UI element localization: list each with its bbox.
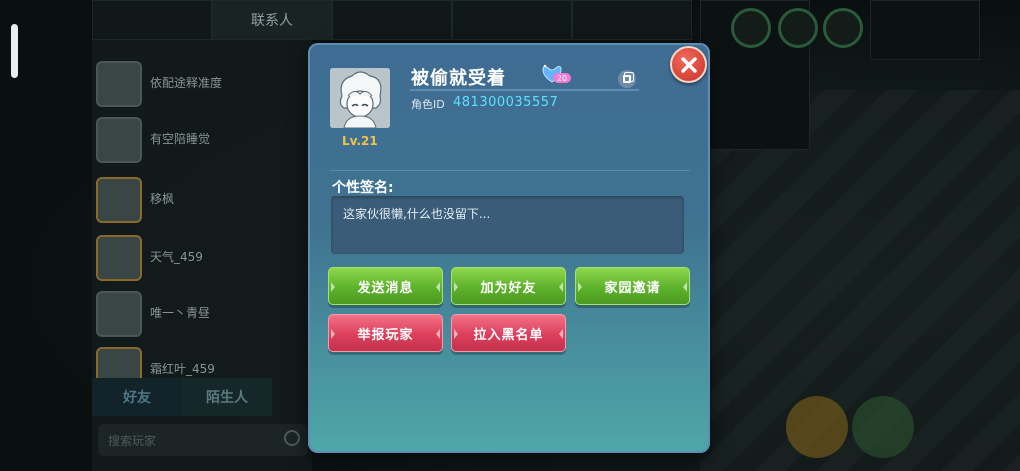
tab-contacts[interactable]: 联系人 bbox=[212, 0, 332, 40]
home-invite-button[interactable]: 家园邀请 bbox=[575, 267, 690, 305]
tab-3[interactable] bbox=[332, 0, 452, 40]
megaphone-button[interactable] bbox=[786, 396, 848, 458]
close-icon bbox=[680, 56, 697, 73]
search-input[interactable]: 搜索玩家 bbox=[98, 424, 308, 456]
contact-item[interactable]: 唯一丶青昼 bbox=[96, 286, 266, 342]
add-friend-button[interactable]: 加为好友 bbox=[451, 267, 566, 305]
side-drawer-handle[interactable] bbox=[11, 24, 18, 78]
badge-number: 20 bbox=[557, 74, 567, 83]
player-name: 被偷就受着 bbox=[411, 68, 506, 89]
contact-name: 有空陪睡觉 bbox=[150, 131, 211, 146]
contact-avatar bbox=[96, 61, 142, 107]
contact-name: 天气_459 bbox=[150, 249, 203, 264]
world-block bbox=[870, 0, 980, 60]
add-friend-label: 加为好友 bbox=[480, 280, 537, 296]
tab-1[interactable] bbox=[92, 0, 212, 40]
contact-avatar bbox=[96, 177, 142, 223]
contact-name: 唯一丶青昼 bbox=[150, 305, 211, 320]
contact-item[interactable]: 有空陪睡觉 bbox=[96, 112, 266, 168]
friends-tab-bar: 好友 陌生人 bbox=[92, 378, 312, 416]
send-message-button[interactable]: 发送消息 bbox=[328, 267, 443, 305]
tab-4[interactable] bbox=[452, 0, 572, 40]
report-player-button[interactable]: 举报玩家 bbox=[328, 314, 443, 352]
player-level: Lv.21 bbox=[342, 134, 378, 148]
signature-title: 个性签名: bbox=[332, 180, 394, 196]
hunger-ring-icon bbox=[778, 8, 818, 48]
blacklist-button[interactable]: 拉入黑名单 bbox=[451, 314, 566, 352]
contact-item[interactable]: 移枫 bbox=[96, 172, 266, 228]
heart-badge-icon[interactable]: 20 bbox=[540, 62, 574, 86]
player-id-value: 481300035557 bbox=[453, 95, 559, 110]
game-screen: 联系人 依配途释准度 有空陪睡觉 移枫 天气_459 唯一丶青昼 霜红叶_459… bbox=[0, 0, 1020, 471]
tab-friends[interactable]: 好友 bbox=[92, 378, 182, 416]
player-id-label: 角色ID bbox=[411, 98, 445, 111]
close-button[interactable] bbox=[670, 46, 707, 83]
report-player-label: 举报玩家 bbox=[357, 327, 414, 343]
copy-id-icon[interactable] bbox=[618, 70, 636, 88]
contact-item[interactable]: 天气_459 bbox=[96, 230, 266, 286]
contacts-tabs: 联系人 bbox=[92, 0, 692, 42]
send-message-label: 发送消息 bbox=[357, 280, 414, 296]
contact-name: 霜红叶_459 bbox=[150, 361, 215, 376]
contact-avatar bbox=[96, 117, 142, 163]
section-divider bbox=[330, 170, 690, 171]
water-ring-icon bbox=[823, 8, 863, 48]
search-icon[interactable] bbox=[284, 430, 300, 446]
contact-name: 依配途释准度 bbox=[150, 75, 223, 90]
contact-name: 移枫 bbox=[150, 191, 175, 206]
tab-strangers[interactable]: 陌生人 bbox=[182, 378, 272, 416]
health-ring-icon bbox=[731, 8, 771, 48]
blacklist-label: 拉入黑名单 bbox=[473, 327, 544, 343]
tab-5[interactable] bbox=[572, 0, 692, 40]
name-divider bbox=[410, 89, 639, 91]
player-avatar bbox=[330, 68, 390, 128]
contact-avatar bbox=[96, 291, 142, 337]
signature-text: 这家伙很懒,什么也没留下... bbox=[343, 207, 491, 221]
home-invite-label: 家园邀请 bbox=[604, 280, 661, 296]
contact-avatar bbox=[96, 235, 142, 281]
contact-item[interactable]: 依配途释准度 bbox=[96, 56, 266, 112]
voice-button[interactable] bbox=[852, 396, 914, 458]
